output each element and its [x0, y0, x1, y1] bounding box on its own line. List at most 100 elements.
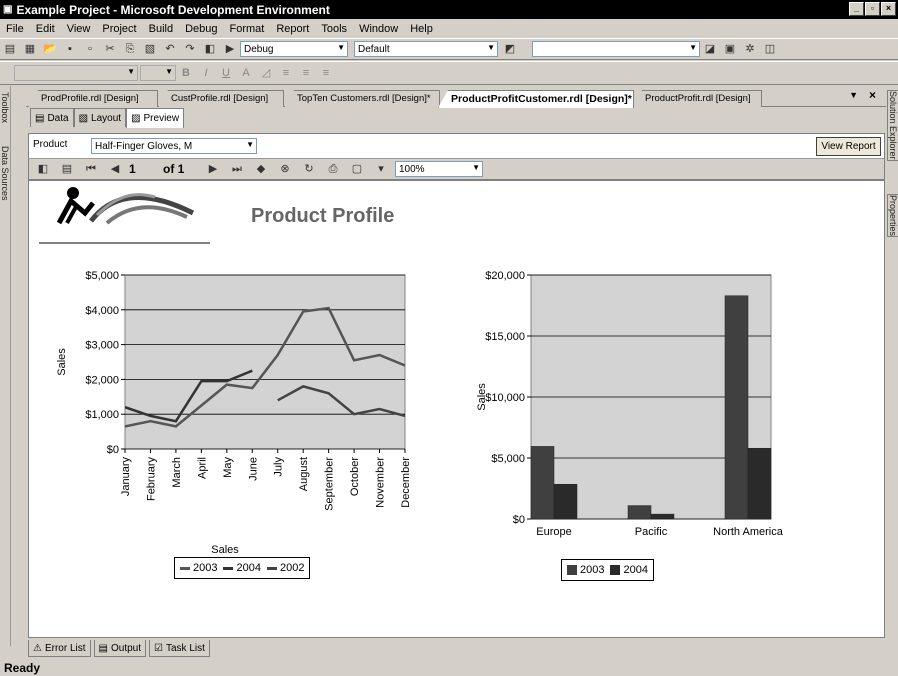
menu-report[interactable]: Report [270, 23, 315, 35]
options-icon[interactable]: ◫ [762, 41, 778, 57]
align-center-icon[interactable]: ≡ [298, 65, 314, 81]
tab-preview[interactable]: ▨ Preview [126, 108, 185, 128]
y-tick-label: $15,000 [485, 331, 525, 343]
export-icon[interactable]: ▾ [373, 161, 389, 177]
view-report-button[interactable]: View Report [816, 137, 881, 156]
underline-icon[interactable]: U [218, 65, 234, 81]
font-color-icon[interactable]: A [238, 65, 254, 81]
tab-productprofit[interactable]: ProductProfit.rdl [Design] [632, 90, 762, 107]
solution-explorer-icon[interactable]: ◪ [702, 41, 718, 57]
tab-data[interactable]: ▤ Data [30, 108, 74, 127]
first-page-icon[interactable]: ⏮ [83, 161, 99, 177]
align-right-icon[interactable]: ≡ [318, 65, 334, 81]
x-tick-label: Pacific [635, 526, 668, 538]
next-page-icon[interactable]: ▶ [205, 161, 221, 177]
tab-list-icon[interactable]: ▼ [849, 90, 858, 100]
undo-icon[interactable]: ↶ [162, 41, 178, 57]
toolbox-icon[interactable]: ✲ [742, 41, 758, 57]
italic-icon[interactable]: I [198, 65, 214, 81]
page-number-input[interactable]: 1 [129, 162, 159, 176]
x-axis-title: Sales [211, 544, 239, 556]
menu-window[interactable]: Window [353, 23, 404, 35]
solution-explorer-tab[interactable]: Solution Explorer [887, 90, 898, 161]
redo-icon[interactable]: ↷ [182, 41, 198, 57]
tab-task-list-label: Task List [165, 642, 205, 654]
parameters-icon[interactable]: ▤ [59, 161, 75, 177]
menu-help[interactable]: Help [404, 23, 439, 35]
menu-file[interactable]: File [0, 23, 30, 35]
data-sources-tab[interactable]: Data Sources [0, 146, 10, 201]
y-tick-label: $10,000 [485, 392, 525, 404]
menu-view[interactable]: View [61, 23, 97, 35]
tab-error-list[interactable]: ⚠ Error List [28, 640, 91, 657]
bold-icon[interactable]: B [178, 65, 194, 81]
tab-task-list[interactable]: ☑ Task List [149, 640, 210, 657]
tab-output[interactable]: ▤ Output [93, 640, 147, 657]
zoom-select[interactable]: 100% ▼ [395, 161, 483, 177]
last-page-icon[interactable]: ⏭ [229, 161, 245, 177]
preview-icon: ▨ [131, 113, 141, 124]
menu-tools[interactable]: Tools [315, 23, 353, 35]
minimize-button[interactable]: _ [849, 2, 864, 16]
platform-value: Default [358, 43, 390, 55]
menu-project[interactable]: Project [96, 23, 142, 35]
stop-icon[interactable]: ⊗ [277, 161, 293, 177]
back-icon[interactable]: ◆ [253, 161, 269, 177]
document-map-icon[interactable]: ◧ [35, 161, 51, 177]
legend-item-2004: 2004 [223, 562, 261, 574]
platform-select[interactable]: Default ▼ [354, 41, 498, 57]
bar-2004-pacific [650, 513, 675, 520]
align-left-icon[interactable]: ≡ [278, 65, 294, 81]
tab-productprofitcustomer[interactable]: ProductProfitCustomer.rdl [Design]* [438, 90, 634, 108]
tab-layout[interactable]: ▧ Layout [73, 108, 127, 127]
properties-tab[interactable]: Properties [887, 194, 898, 238]
find-icon[interactable]: ◩ [502, 41, 518, 57]
legend-swatch [567, 565, 577, 575]
previous-page-icon[interactable]: ◀ [107, 161, 123, 177]
properties-icon[interactable]: ▣ [722, 41, 738, 57]
config-select[interactable]: Debug ▼ [240, 41, 348, 57]
chevron-down-icon: ▼ [689, 43, 697, 52]
maximize-button[interactable]: ▫ [865, 2, 880, 16]
menu-bar: File Edit View Project Build Debug Forma… [0, 20, 898, 38]
add-item-icon[interactable]: ▦ [22, 41, 38, 57]
close-document-icon[interactable]: × [869, 88, 876, 102]
new-project-icon[interactable]: ▤ [2, 41, 18, 57]
copy-icon[interactable]: ⎘ [122, 41, 138, 57]
navigate-icon[interactable]: ◧ [202, 41, 218, 57]
print-icon[interactable]: ⎙ [325, 161, 341, 177]
menu-debug[interactable]: Debug [179, 23, 223, 35]
cut-icon[interactable]: ✂ [102, 41, 118, 57]
save-icon[interactable]: ▪ [62, 41, 78, 57]
save-all-icon[interactable]: ▫ [82, 41, 98, 57]
menu-format[interactable]: Format [224, 23, 271, 35]
open-icon[interactable]: 📂 [42, 41, 58, 57]
tab-custprofile[interactable]: CustProfile.rdl [Design] [158, 90, 284, 107]
menu-build[interactable]: Build [143, 23, 179, 35]
tab-data-label: Data [47, 112, 69, 124]
error-list-icon: ⚠ [33, 642, 42, 654]
tab-topten-customers[interactable]: TopTen Customers.rdl [Design]* [284, 90, 440, 107]
paste-icon[interactable]: ▧ [142, 41, 158, 57]
plot-area [124, 274, 406, 450]
chevron-down-icon: ▼ [127, 67, 135, 76]
legend-item-2002: 2002 [266, 562, 304, 574]
product-select[interactable]: Half-Finger Gloves, M ▼ [91, 138, 257, 154]
bar-2003-pacific [627, 505, 652, 520]
line-chart-legend: 2003 2004 2002 [174, 557, 311, 579]
font-size-select[interactable]: ▼ [140, 65, 176, 81]
print-layout-icon[interactable]: ▢ [349, 161, 365, 177]
legend-label: 2003 [193, 562, 218, 574]
find-select[interactable]: ▼ [532, 41, 700, 57]
close-button[interactable]: × [881, 2, 896, 16]
toolbox-tab[interactable]: Toolbox [0, 92, 10, 123]
y-tick-label: $1,000 [85, 409, 119, 421]
start-icon[interactable]: ▶ [222, 41, 238, 57]
tab-prodprofile[interactable]: ProdProfile.rdl [Design] [28, 90, 158, 107]
font-select[interactable]: ▼ [14, 65, 138, 81]
x-tick-label: July [273, 457, 285, 477]
refresh-icon[interactable]: ↻ [301, 161, 317, 177]
menu-edit[interactable]: Edit [30, 23, 61, 35]
product-value: Half-Finger Gloves, M [95, 140, 193, 152]
fill-color-icon[interactable]: ◿ [258, 65, 274, 81]
